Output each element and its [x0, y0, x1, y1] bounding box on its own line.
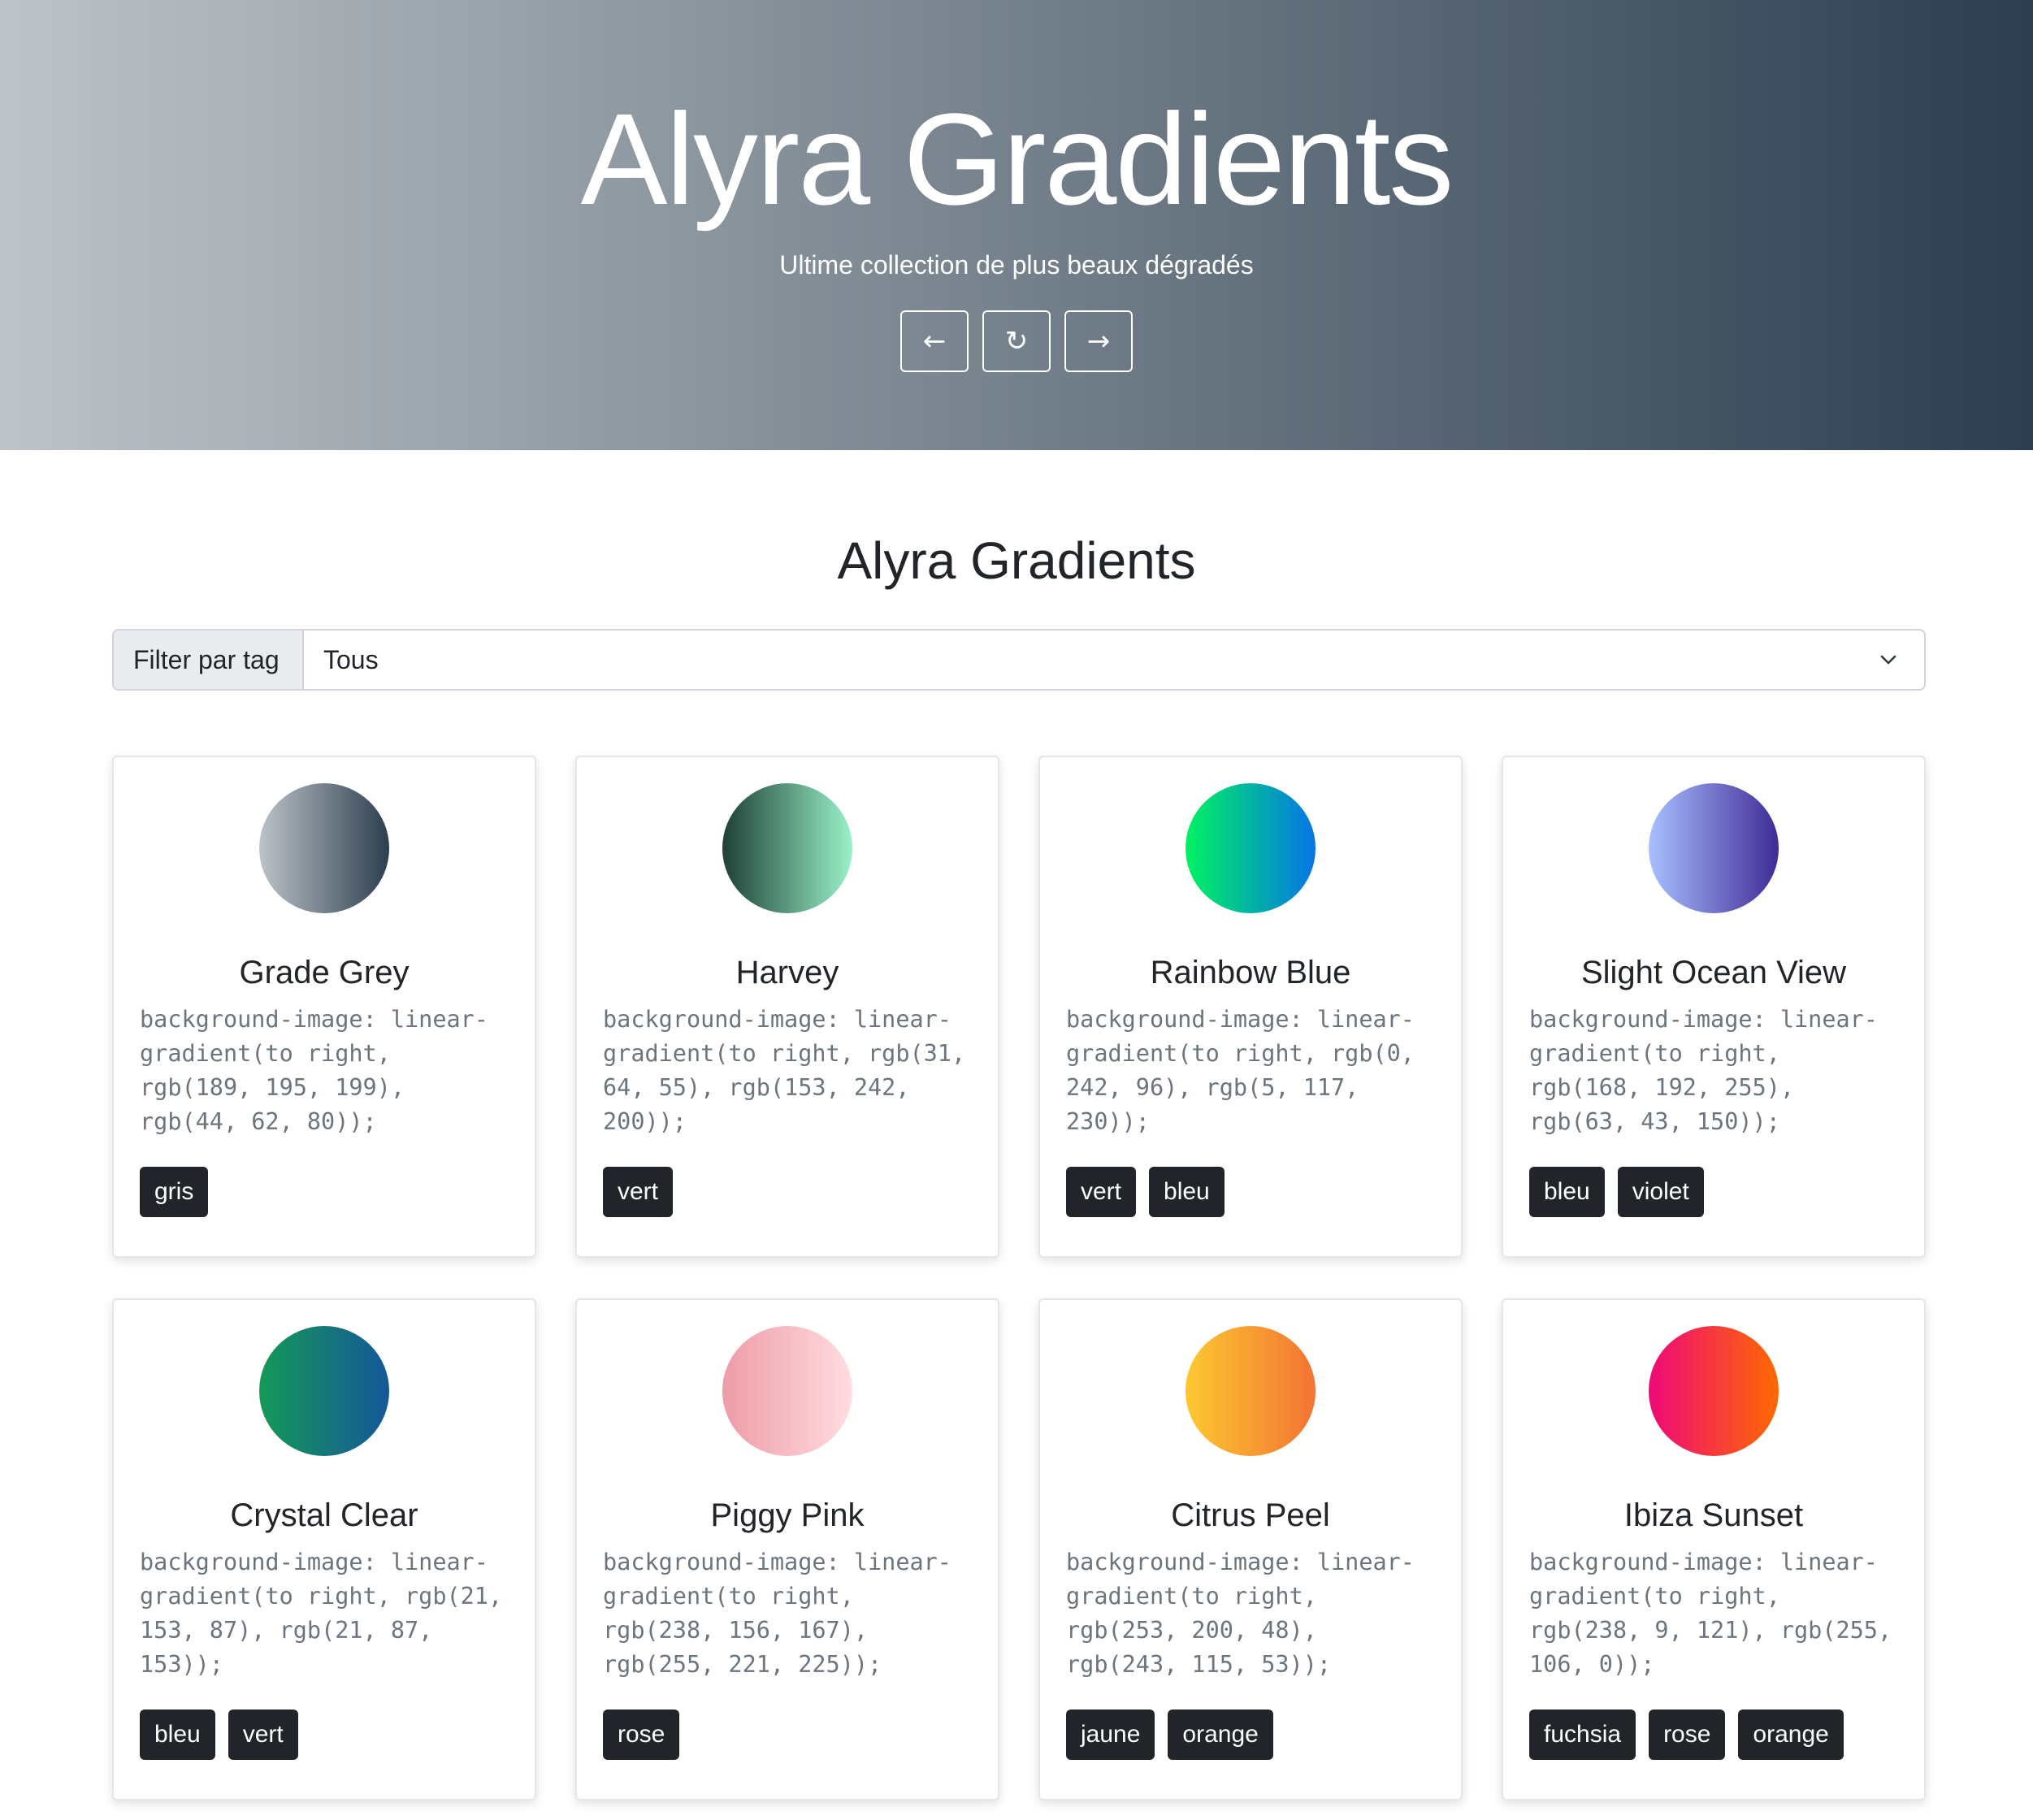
gradient-css-code: background-image: linear-gradient(to rig…: [1066, 1549, 1415, 1678]
chevron-down-icon: [1880, 655, 1896, 665]
gradient-name: Citrus Peel: [1171, 1497, 1330, 1533]
gradient-swatch[interactable]: [722, 783, 852, 913]
gradient-card: Grade Grey background-image: linear-gradi…: [112, 756, 536, 1258]
previous-gradient-button[interactable]: ←: [900, 310, 969, 372]
tag-list: rose: [603, 1710, 680, 1760]
gradient-css-code: background-image: linear-gradient(to rig…: [1529, 1549, 1892, 1678]
gradient-name: Rainbow Blue: [1150, 955, 1351, 990]
gradient-css-code: background-image: linear-gradient(to rig…: [140, 1549, 503, 1678]
gradient-swatch[interactable]: [722, 1326, 852, 1456]
gradient-css-code: background-image: linear-gradient(to rig…: [140, 1006, 488, 1135]
tag-filter: Filter par tag Tous: [112, 629, 1926, 691]
gradient-css-code: background-image: linear-gradient(to rig…: [603, 1006, 966, 1135]
gradient-swatch[interactable]: [1186, 783, 1316, 913]
tag-badge[interactable]: vert: [228, 1710, 298, 1760]
gradient-swatch[interactable]: [259, 1326, 389, 1456]
arrow-right-icon: →: [1086, 325, 1111, 358]
next-gradient-button[interactable]: →: [1064, 310, 1133, 372]
arrow-left-icon: ←: [922, 325, 947, 358]
gradient-card: Ibiza Sunset background-image: linear-gra…: [1502, 1298, 1926, 1800]
tag-badge[interactable]: bleu: [140, 1710, 215, 1760]
gradient-css-code: background-image: linear-gradient(to rig…: [603, 1549, 951, 1678]
gradient-name: Piggy Pink: [710, 1497, 865, 1533]
tag-badge[interactable]: rose: [603, 1710, 680, 1760]
gradient-card: Slight Ocean View background-image: linea…: [1502, 756, 1926, 1258]
random-gradient-button[interactable]: ↻: [982, 310, 1051, 372]
tag-badge[interactable]: rose: [1649, 1710, 1726, 1760]
tag-badge[interactable]: violet: [1617, 1167, 1704, 1217]
tag-list: vert: [603, 1167, 674, 1217]
gradient-card: Crystal Clear background-image: linear-gr…: [112, 1298, 536, 1800]
hero-subtitle: Ultime collection de plus beaux dégradés: [779, 250, 1254, 280]
tag-badge[interactable]: bleu: [1529, 1167, 1605, 1217]
tag-list: jaune orange: [1066, 1710, 1273, 1760]
refresh-icon: ↻: [1004, 325, 1029, 358]
tag-list: vert bleu: [1066, 1167, 1225, 1217]
tag-badge[interactable]: orange: [1168, 1710, 1273, 1760]
hero-banner: Alyra Gradients Ultime collection de plu…: [0, 0, 2033, 450]
tag-badge[interactable]: vert: [603, 1167, 674, 1217]
hero-title: Alyra Gradients: [580, 86, 1454, 232]
gradient-css-code: background-image: linear-gradient(to rig…: [1529, 1006, 1878, 1135]
tag-list: bleu violet: [1529, 1167, 1704, 1217]
gradient-swatch[interactable]: [1186, 1326, 1316, 1456]
gradient-name: Ibiza Sunset: [1623, 1497, 1804, 1533]
tag-list: gris: [140, 1167, 209, 1217]
gradient-card: Citrus Peel background-image: linear-grad…: [1038, 1298, 1463, 1800]
gradient-name: Grade Grey: [239, 955, 410, 990]
tag-badge[interactable]: fuchsia: [1529, 1710, 1636, 1760]
tag-list: fuchsia rose orange: [1529, 1710, 1844, 1760]
gradient-name: Slight Ocean View: [1580, 955, 1847, 990]
tag-badge[interactable]: gris: [140, 1167, 209, 1217]
gradient-grid: Grade Grey background-image: linear-gradi…: [112, 756, 1926, 1800]
gradient-name: Harvey: [735, 955, 839, 990]
tag-badge[interactable]: vert: [1066, 1167, 1137, 1217]
gradient-swatch[interactable]: [1649, 783, 1779, 913]
gradient-css-code: background-image: linear-gradient(to rig…: [1066, 1006, 1415, 1135]
gradient-card: Harvey background-image: linear-gradient(…: [575, 756, 999, 1258]
tag-badge[interactable]: bleu: [1149, 1167, 1225, 1217]
tag-badge[interactable]: jaune: [1066, 1710, 1155, 1760]
gradient-swatch[interactable]: [1649, 1326, 1779, 1456]
page-title: Alyra Gradients: [837, 531, 1196, 590]
tag-select-value: Tous: [323, 645, 379, 674]
gradient-swatch[interactable]: [259, 783, 389, 913]
gradient-card: Piggy Pink background-image: linear-gradi…: [575, 1298, 999, 1800]
filter-label: Filter par tag: [114, 630, 304, 689]
gradient-navigation: ← ↻ →: [0, 310, 2033, 372]
tag-badge[interactable]: orange: [1738, 1710, 1844, 1760]
tag-select[interactable]: Tous: [304, 630, 1924, 689]
gradient-name: Crystal Clear: [230, 1497, 418, 1533]
gradient-card: Rainbow Blue background-image: linear-gra…: [1038, 756, 1463, 1258]
tag-list: bleu vert: [140, 1710, 298, 1760]
